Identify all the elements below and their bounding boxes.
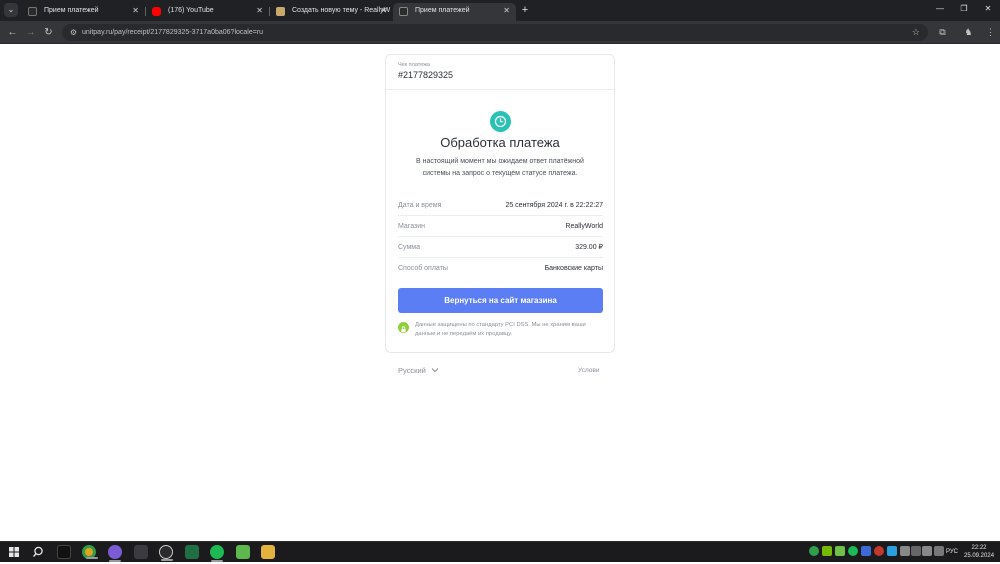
bookmark-star-icon[interactable]: ☆ bbox=[912, 24, 920, 41]
detail-row-shop: Магазин ReallyWorld bbox=[398, 216, 603, 237]
back-arrow-icon[interactable]: ← bbox=[6, 26, 19, 39]
spotify-app-icon[interactable] bbox=[210, 545, 224, 562]
receipt-header: Чек платежа #2177829325 bbox=[386, 55, 614, 90]
youtube-favicon-icon bbox=[152, 7, 161, 16]
messenger-app-icon[interactable] bbox=[108, 545, 122, 562]
volume-icon[interactable] bbox=[922, 546, 932, 556]
detail-key: Дата и время bbox=[398, 202, 442, 209]
receipt-card: Чек платежа #2177829325 Обработка платеж… bbox=[385, 54, 615, 353]
search-icon[interactable] bbox=[31, 545, 45, 559]
security-note: Данные защищены по стандарту PCI DSS. Мы… bbox=[398, 321, 603, 343]
network-icon[interactable] bbox=[911, 546, 921, 556]
site-info-icon[interactable]: ⚙ bbox=[68, 27, 79, 38]
tab-close-icon[interactable]: ✕ bbox=[132, 3, 139, 19]
clock-time: 22:22 bbox=[971, 545, 987, 551]
lock-icon bbox=[398, 322, 409, 333]
tab-search-button[interactable]: ⌄ bbox=[4, 3, 18, 17]
detail-key: Сумма bbox=[398, 244, 420, 251]
payment-details: Дата и время 25 сентября 2024 г. в 22:22… bbox=[398, 195, 603, 279]
tab-title: Прием платежей bbox=[415, 7, 470, 14]
app-launcher-icon[interactable] bbox=[159, 545, 173, 561]
windows-start-icon[interactable] bbox=[7, 545, 21, 559]
battery-icon[interactable] bbox=[900, 546, 910, 556]
status-description: В настоящий момент мы ожидаем ответ плат… bbox=[416, 158, 584, 177]
return-to-shop-button[interactable]: Вернуться на сайт магазина bbox=[398, 288, 603, 313]
close-window-icon[interactable]: ✕ bbox=[978, 4, 998, 13]
detail-value: ReallyWorld bbox=[565, 223, 603, 230]
language-label: Русский bbox=[398, 366, 426, 375]
receipt-label: Чек платежа bbox=[398, 62, 430, 68]
detail-row-amount: Сумма 329.00 ₽ bbox=[398, 237, 603, 258]
address-bar[interactable]: ⚙ unitpay.ru/pay/receipt/2177829325-3717… bbox=[62, 24, 928, 41]
clock-date: 25.09.2024 bbox=[964, 553, 995, 559]
detail-row-datetime: Дата и время 25 сентября 2024 г. в 22:22… bbox=[398, 195, 603, 216]
unitpay-favicon-icon bbox=[399, 7, 408, 16]
tab-title: (176) YouTube bbox=[168, 7, 214, 14]
tab-payments-1[interactable]: Прием платежей ✕ bbox=[22, 3, 145, 21]
terminal-app-icon[interactable] bbox=[57, 545, 71, 559]
detail-value: 25 сентября 2024 г. в 22:22:27 bbox=[505, 202, 603, 209]
menu-kebab-icon[interactable]: ⋮ bbox=[984, 26, 997, 39]
tab-youtube[interactable]: (176) YouTube ✕ bbox=[146, 3, 269, 21]
telegram-tray-icon[interactable] bbox=[887, 546, 897, 556]
tab-payments-active[interactable]: Прием платежей ✕ bbox=[393, 3, 516, 21]
microphone-icon[interactable] bbox=[934, 546, 944, 556]
tray-app-icon[interactable] bbox=[861, 546, 871, 556]
detail-key: Магазин bbox=[398, 223, 426, 230]
security-text: Данные защищены по стандарту PCI DSS. Мы… bbox=[415, 322, 586, 337]
detail-key: Способ оплаты bbox=[398, 265, 448, 272]
terms-link[interactable]: Услови bbox=[578, 367, 600, 374]
file-explorer-icon[interactable] bbox=[261, 545, 275, 559]
tab-close-icon[interactable]: ✕ bbox=[256, 3, 263, 19]
extensions-icon[interactable]: ⧉ bbox=[936, 26, 949, 39]
detail-row-method: Способ оплаты Банковские карты bbox=[398, 258, 603, 279]
language-selector[interactable]: Русский bbox=[398, 366, 439, 375]
browser-tab-strip: ⌄ Прием платежей ✕ (176) YouTube ✕ Созда… bbox=[0, 0, 1000, 21]
minimize-icon[interactable]: — bbox=[930, 4, 950, 13]
tray-app-icon[interactable] bbox=[874, 546, 884, 556]
nvidia-tray-icon[interactable] bbox=[822, 546, 832, 556]
chevron-down-icon bbox=[431, 366, 439, 375]
tab-close-icon[interactable]: ✕ bbox=[503, 3, 510, 19]
restore-icon[interactable]: ❐ bbox=[954, 4, 974, 13]
tab-close-icon[interactable]: ✕ bbox=[380, 3, 387, 19]
browser-toolbar: ← → ↻ ⚙ unitpay.ru/pay/receipt/217782932… bbox=[0, 21, 1000, 44]
system-clock[interactable]: 22:22 25.09.2024 bbox=[964, 544, 994, 560]
clock-icon bbox=[490, 111, 511, 132]
status-title: Обработка платежа bbox=[440, 135, 560, 150]
tray-app-icon[interactable] bbox=[809, 546, 819, 556]
app-cube-icon[interactable] bbox=[134, 545, 148, 559]
spotify-tray-icon[interactable] bbox=[848, 546, 858, 556]
reload-icon[interactable]: ↻ bbox=[42, 26, 55, 39]
chrome-app-icon[interactable] bbox=[82, 545, 98, 559]
tray-app-icon[interactable] bbox=[835, 546, 845, 556]
minecraft-app-icon[interactable] bbox=[236, 545, 250, 559]
forum-favicon-icon bbox=[276, 7, 285, 16]
url-text[interactable]: unitpay.ru/pay/receipt/2177829325-3717a0… bbox=[82, 24, 263, 41]
receipt-number: #2177829325 bbox=[398, 70, 454, 80]
forward-arrow-icon[interactable]: → bbox=[24, 26, 37, 39]
input-language[interactable]: РУС bbox=[946, 542, 958, 563]
detail-value: 329.00 ₽ bbox=[575, 244, 603, 251]
tab-forum[interactable]: Создать новую тему - ReallyW ✕ bbox=[270, 3, 393, 21]
tab-title: Прием платежей bbox=[44, 7, 99, 14]
tab-title: Создать новую тему - ReallyW bbox=[292, 7, 391, 14]
spreadsheet-app-icon[interactable] bbox=[185, 545, 199, 559]
detail-value: Банковские карты bbox=[544, 265, 603, 272]
new-tab-button[interactable]: + bbox=[518, 3, 532, 17]
windows-taskbar: РУС 22:22 25.09.2024 bbox=[0, 541, 1000, 562]
unitpay-favicon-icon bbox=[28, 7, 37, 16]
profile-icon[interactable]: ♞ bbox=[962, 26, 975, 39]
